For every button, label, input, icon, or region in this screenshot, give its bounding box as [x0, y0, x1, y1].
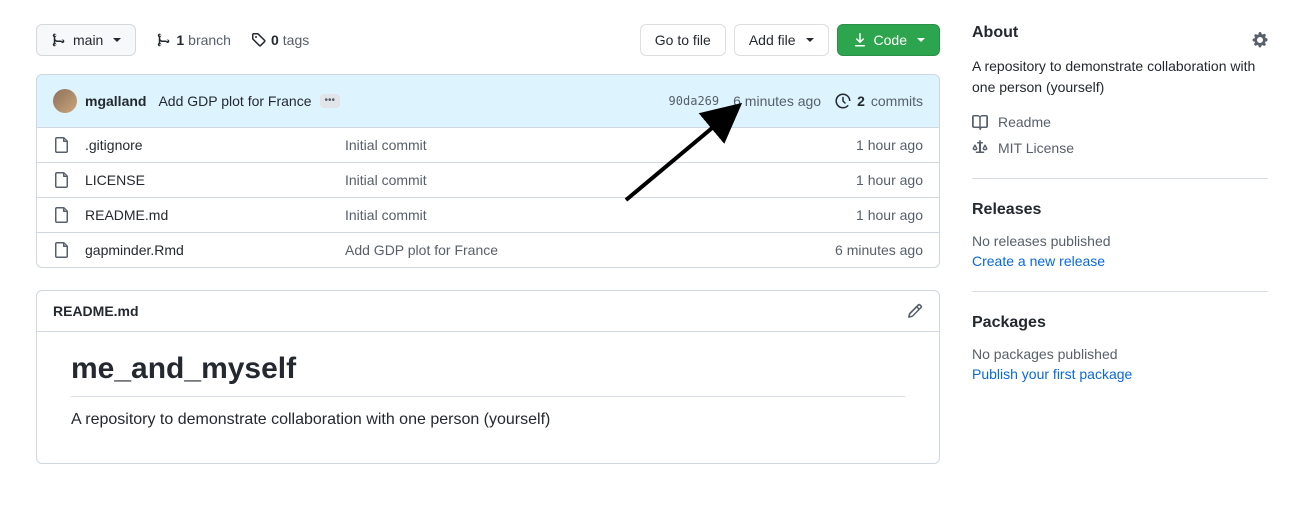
file-list: .gitignoreInitial commit1 hour agoLICENS…	[36, 128, 940, 268]
file-icon	[53, 242, 69, 258]
readme-filename[interactable]: README.md	[53, 303, 139, 319]
create-release-link[interactable]: Create a new release	[972, 253, 1105, 269]
avatar[interactable]	[53, 89, 77, 113]
latest-commit-bar: mgalland Add GDP plot for France ••• 90d…	[36, 74, 940, 128]
book-icon	[972, 114, 988, 130]
file-icon	[53, 207, 69, 223]
file-row: README.mdInitial commit1 hour ago	[37, 197, 939, 232]
readme-box: README.md me_and_myself A repository to …	[36, 290, 940, 464]
file-time: 1 hour ago	[856, 172, 923, 188]
pencil-icon[interactable]	[907, 303, 923, 319]
packages-none: No packages published	[972, 346, 1268, 362]
file-row: gapminder.RmdAdd GDP plot for France6 mi…	[37, 232, 939, 267]
file-time: 6 minutes ago	[835, 242, 923, 258]
git-branch-icon	[156, 32, 172, 48]
tags-label: tags	[283, 32, 309, 48]
gear-icon[interactable]	[1252, 32, 1268, 48]
commit-author[interactable]: mgalland	[85, 93, 146, 109]
file-icon	[53, 172, 69, 188]
law-icon	[972, 140, 988, 156]
add-file-button[interactable]: Add file	[734, 24, 829, 56]
history-icon	[835, 93, 851, 109]
readme-link[interactable]: Readme	[972, 114, 1268, 130]
commits-label: commits	[871, 93, 923, 109]
file-name-link[interactable]: LICENSE	[85, 172, 345, 188]
readme-paragraph: A repository to demonstrate collaboratio…	[71, 411, 905, 429]
git-branch-icon	[51, 32, 67, 48]
file-name-link[interactable]: gapminder.Rmd	[85, 242, 345, 258]
file-commit-link[interactable]: Add GDP plot for France	[345, 242, 835, 258]
file-name-link[interactable]: README.md	[85, 207, 345, 223]
releases-title: Releases	[972, 201, 1268, 219]
branch-current-label: main	[73, 30, 103, 50]
file-time: 1 hour ago	[856, 207, 923, 223]
packages-title: Packages	[972, 314, 1268, 332]
commit-sha[interactable]: 90da269	[669, 94, 720, 108]
commits-count: 2	[857, 93, 865, 109]
tags-count: 0	[271, 32, 279, 48]
tag-icon	[251, 32, 267, 48]
about-description: A repository to demonstrate collaboratio…	[972, 56, 1268, 98]
license-link[interactable]: MIT License	[972, 140, 1268, 156]
publish-package-link[interactable]: Publish your first package	[972, 366, 1132, 382]
commit-message[interactable]: Add GDP plot for France	[158, 93, 311, 109]
repo-toolbar: main 1 branch 0 tags Go to file Add file	[36, 24, 940, 56]
about-title: About	[972, 24, 1018, 42]
file-name-link[interactable]: .gitignore	[85, 137, 345, 153]
file-commit-link[interactable]: Initial commit	[345, 207, 856, 223]
download-icon	[852, 32, 868, 48]
tags-link[interactable]: 0 tags	[251, 32, 309, 48]
file-row: LICENSEInitial commit1 hour ago	[37, 162, 939, 197]
releases-none: No releases published	[972, 233, 1268, 249]
branches-count: 1	[176, 32, 184, 48]
branches-link[interactable]: 1 branch	[156, 32, 231, 48]
file-commit-link[interactable]: Initial commit	[345, 172, 856, 188]
file-icon	[53, 137, 69, 153]
file-time: 1 hour ago	[856, 137, 923, 153]
file-row: .gitignoreInitial commit1 hour ago	[37, 128, 939, 162]
branch-select-button[interactable]: main	[36, 24, 136, 56]
sidebar: About A repository to demonstrate collab…	[972, 24, 1268, 464]
commit-time[interactable]: 6 minutes ago	[733, 93, 821, 109]
file-commit-link[interactable]: Initial commit	[345, 137, 856, 153]
code-button[interactable]: Code	[837, 24, 940, 56]
go-to-file-button[interactable]: Go to file	[640, 24, 726, 56]
commits-link[interactable]: 2 commits	[835, 93, 923, 109]
commit-expand-button[interactable]: •••	[320, 94, 341, 108]
branches-label: branch	[188, 32, 231, 48]
readme-heading: me_and_myself	[71, 352, 905, 397]
